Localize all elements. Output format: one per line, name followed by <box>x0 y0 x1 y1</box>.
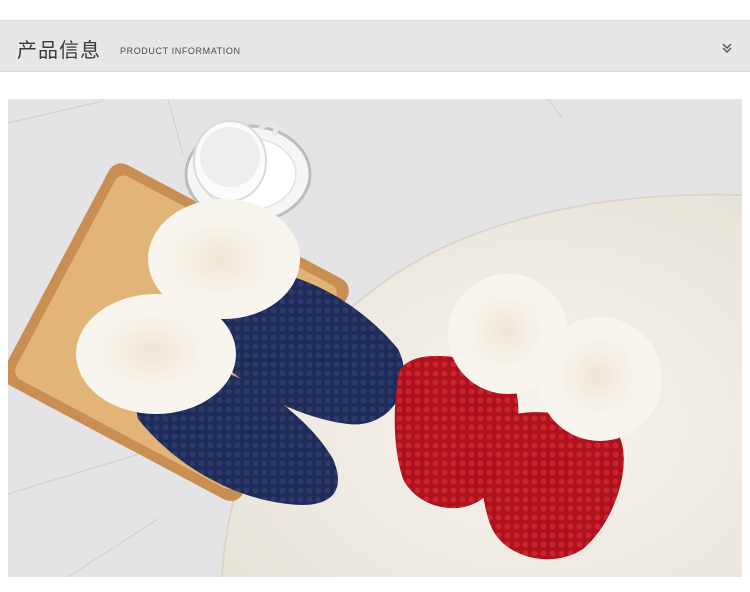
product-photo <box>8 99 742 577</box>
section-title: 产品信息 <box>17 38 101 62</box>
section-header: 产品信息 PRODUCT INFORMATION <box>0 20 750 72</box>
double-chevron-down-icon[interactable] <box>719 38 735 56</box>
section-subtitle: PRODUCT INFORMATION <box>120 46 241 56</box>
